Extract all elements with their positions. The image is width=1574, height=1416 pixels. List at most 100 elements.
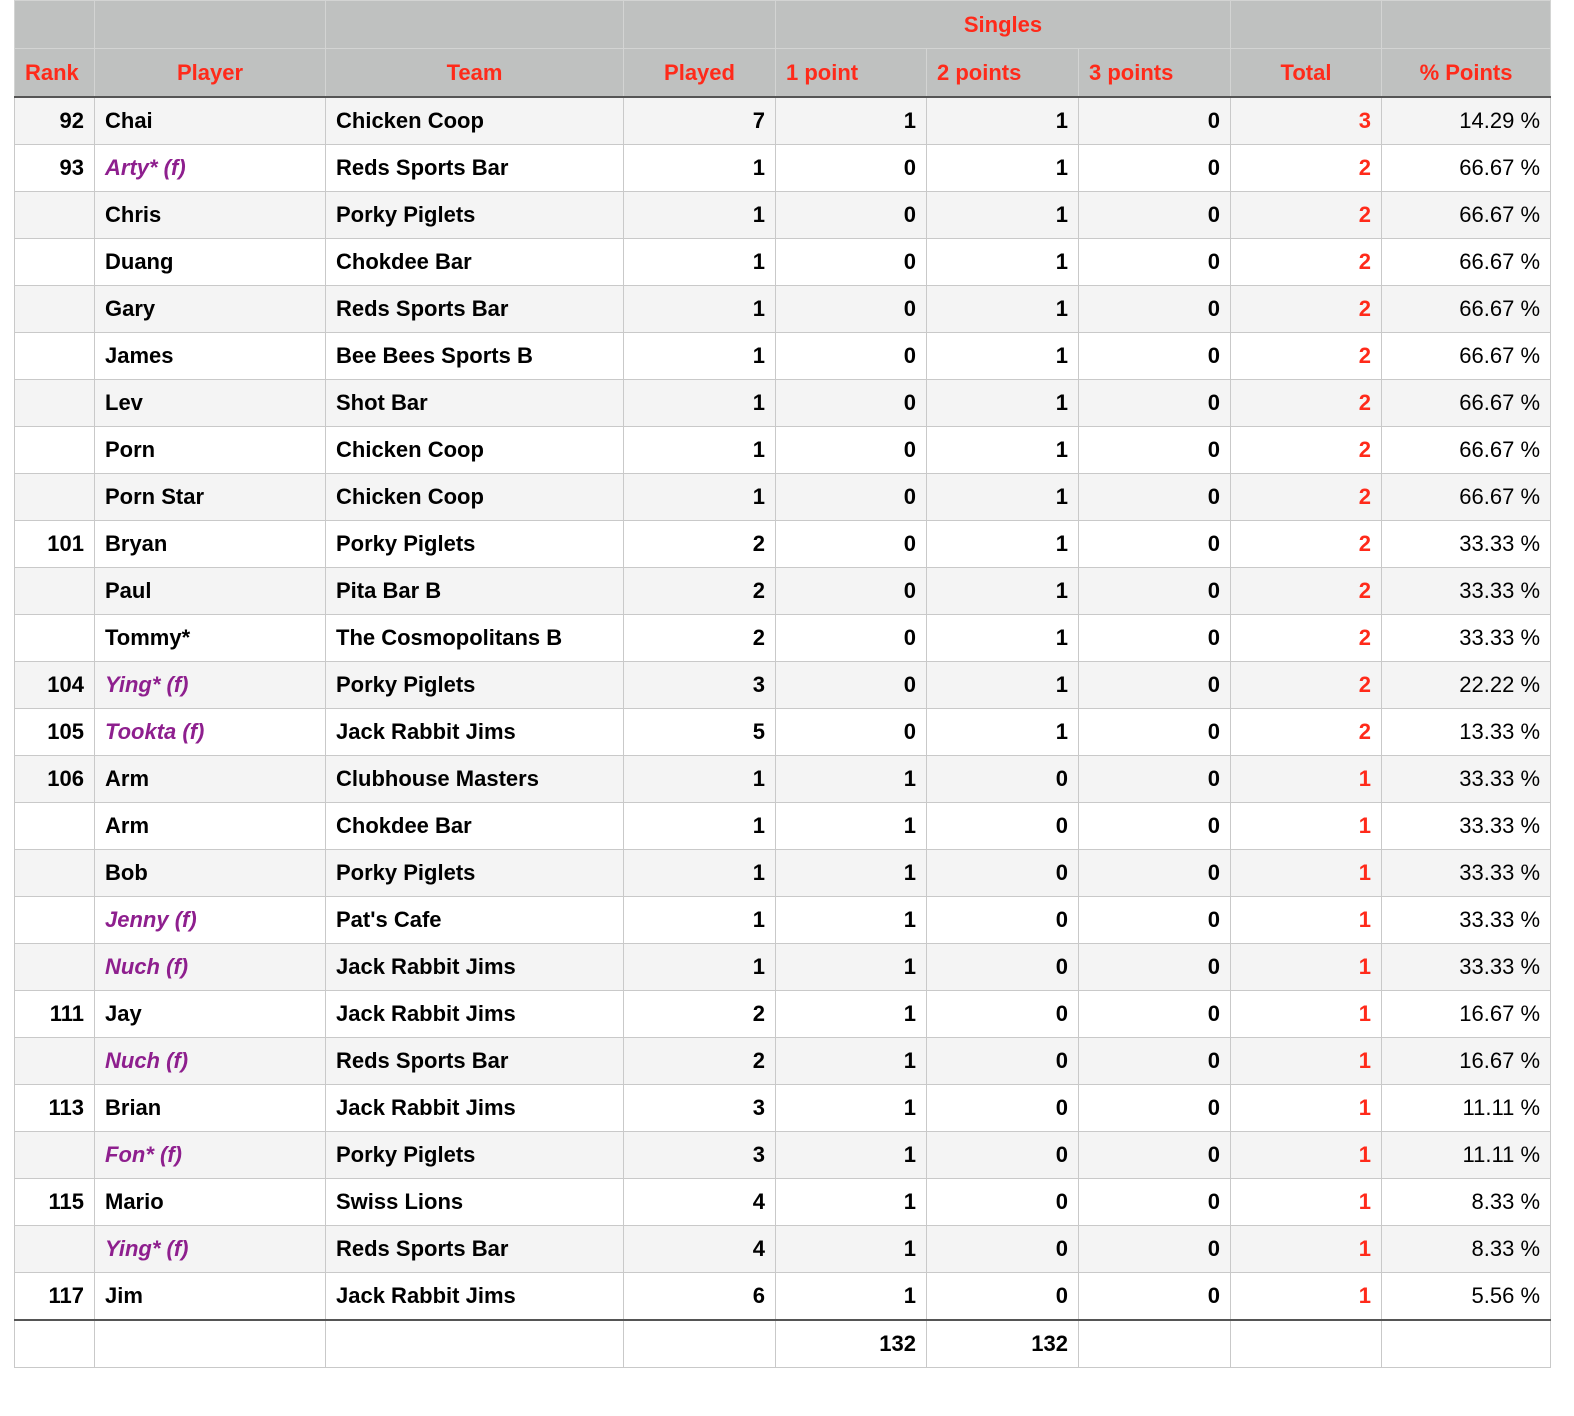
cell-pct-points: 66.67 %: [1381, 426, 1552, 474]
cell-total: 2: [1230, 379, 1383, 427]
header-group-singles: Singles: [774, 0, 1232, 49]
cell-1-point: 1: [775, 943, 927, 991]
cell-total: 1: [1230, 849, 1383, 897]
table-row[interactable]: Paul Pita Bar B 2 0 1 0 2 33.33 %: [14, 567, 1552, 615]
cell-total: 2: [1230, 285, 1383, 333]
table-row[interactable]: Porn Chicken Coop 1 0 1 0 2 66.67 %: [14, 426, 1552, 474]
column-header-1-point[interactable]: 1 point: [775, 48, 927, 98]
singles-stats-table: Singles Rank Player Team Played 1 point …: [14, 0, 1552, 1368]
table-row[interactable]: 93 Arty* (f) Reds Sports Bar 1 0 1 0 2 66.67 %: [14, 144, 1552, 192]
table-row[interactable]: 113 Brian Jack Rabbit Jims 3 1 0 0 1 11.11 %: [14, 1084, 1552, 1132]
table-row[interactable]: Gary Reds Sports Bar 1 0 1 0 2 66.67 %: [14, 285, 1552, 333]
cell-played: 4: [623, 1178, 776, 1226]
cell-1-point: 0: [775, 426, 927, 474]
table-row[interactable]: Ying* (f) Reds Sports Bar 4 1 0 0 1 8.33 %: [14, 1225, 1552, 1273]
header-group-row: Singles: [14, 0, 1552, 49]
cell-player: Arm: [94, 755, 326, 803]
column-header-2-points[interactable]: 2 points: [926, 48, 1079, 98]
cell-3-points: 0: [1077, 990, 1232, 1038]
table-row[interactable]: 115 Mario Swiss Lions 4 1 0 0 1 8.33 %: [14, 1178, 1552, 1226]
cell-team: Bee Bees Sports B: [325, 332, 624, 380]
cell-pct-points: 66.67 %: [1381, 473, 1552, 521]
cell-total: 2: [1230, 614, 1383, 662]
cell-team: Porky Piglets: [325, 520, 624, 568]
cell-3-points: 0: [1077, 1225, 1232, 1273]
table-row[interactable]: 104 Ying* (f) Porky Piglets 3 0 1 0 2 22.22 %: [14, 661, 1552, 709]
cell-team: Porky Piglets: [325, 849, 624, 897]
column-header-pct-points[interactable]: % Points: [1381, 48, 1552, 98]
cell-team: Reds Sports Bar: [325, 285, 624, 333]
cell-total: 1: [1230, 755, 1383, 803]
cell-2-points: 0: [926, 802, 1079, 850]
column-header-player[interactable]: Player: [94, 48, 326, 98]
table-row[interactable]: Nuch (f) Jack Rabbit Jims 1 1 0 0 1 33.33 %: [14, 943, 1552, 991]
cell-pct-points: 8.33 %: [1381, 1178, 1552, 1226]
cell-team: Jack Rabbit Jims: [325, 1272, 624, 1321]
table-row[interactable]: Chris Porky Piglets 1 0 1 0 2 66.67 %: [14, 191, 1552, 239]
cell-team: Porky Piglets: [325, 661, 624, 709]
cell-3-points: 0: [1077, 379, 1232, 427]
cell-total: 2: [1230, 144, 1383, 192]
table-row[interactable]: 106 Arm Clubhouse Masters 1 1 0 0 1 33.33 %: [14, 755, 1552, 803]
cell-player: Porn: [94, 426, 326, 474]
table-row[interactable]: Bob Porky Piglets 1 1 0 0 1 33.33 %: [14, 849, 1552, 897]
cell-rank: 104: [14, 661, 95, 709]
table-row[interactable]: Tommy* The Cosmopolitans B 2 0 1 0 2 33.33 %: [14, 614, 1552, 662]
cell-pct-points: 11.11 %: [1381, 1084, 1552, 1132]
table-row[interactable]: Lev Shot Bar 1 0 1 0 2 66.67 %: [14, 379, 1552, 427]
cell-played: 1: [623, 238, 776, 286]
table-row[interactable]: 111 Jay Jack Rabbit Jims 2 1 0 0 1 16.67 %: [14, 990, 1552, 1038]
table-row[interactable]: Porn Star Chicken Coop 1 0 1 0 2 66.67 %: [14, 473, 1552, 521]
cell-team: Shot Bar: [325, 379, 624, 427]
cell-pct-points: 33.33 %: [1381, 896, 1552, 944]
cell-1-point: 1: [775, 1037, 927, 1085]
table-row[interactable]: Nuch (f) Reds Sports Bar 2 1 0 0 1 16.67 %: [14, 1037, 1552, 1085]
cell-rank: [14, 567, 95, 615]
cell-player: Arty* (f): [94, 144, 326, 192]
cell-2-points: 0: [926, 896, 1079, 944]
cell-rank: [14, 1037, 95, 1085]
cell-rank: 92: [14, 96, 95, 145]
cell-2-points: 0: [926, 1084, 1079, 1132]
column-header-total[interactable]: Total: [1230, 48, 1383, 98]
cell-player: Bryan: [94, 520, 326, 568]
table-row[interactable]: Duang Chokdee Bar 1 0 1 0 2 66.67 %: [14, 238, 1552, 286]
column-header-played[interactable]: Played: [623, 48, 776, 98]
footer-2-points-sum: 132: [926, 1319, 1079, 1368]
cell-3-points: 0: [1077, 285, 1232, 333]
table-row[interactable]: 105 Tookta (f) Jack Rabbit Jims 5 0 1 0 2 13.33 …: [14, 708, 1552, 756]
column-header-3-points[interactable]: 3 points: [1077, 48, 1232, 98]
header-group-spacer: [94, 0, 326, 49]
table-row[interactable]: Arm Chokdee Bar 1 1 0 0 1 33.33 %: [14, 802, 1552, 850]
cell-played: 4: [623, 1225, 776, 1273]
cell-total: 2: [1230, 473, 1383, 521]
cell-pct-points: 66.67 %: [1381, 379, 1552, 427]
cell-3-points: 0: [1077, 755, 1232, 803]
table-row[interactable]: Fon* (f) Porky Piglets 3 1 0 0 1 11.11 %: [14, 1131, 1552, 1179]
table-row[interactable]: 101 Bryan Porky Piglets 2 0 1 0 2 33.33 %: [14, 520, 1552, 568]
cell-1-point: 1: [775, 1178, 927, 1226]
column-header-team[interactable]: Team: [325, 48, 624, 98]
cell-pct-points: 16.67 %: [1381, 990, 1552, 1038]
cell-player: Ying* (f): [94, 1225, 326, 1273]
table-row[interactable]: Jenny (f) Pat's Cafe 1 1 0 0 1 33.33 %: [14, 896, 1552, 944]
column-header-rank[interactable]: Rank: [14, 48, 95, 98]
cell-played: 3: [623, 1084, 776, 1132]
cell-rank: 105: [14, 708, 95, 756]
table-row[interactable]: 92 Chai Chicken Coop 7 1 1 0 3 14.29 %: [14, 96, 1552, 145]
cell-rank: 101: [14, 520, 95, 568]
cell-3-points: 0: [1077, 96, 1232, 145]
cell-total: 1: [1230, 1131, 1383, 1179]
cell-played: 1: [623, 379, 776, 427]
footer-3-points: [1077, 1319, 1232, 1368]
cell-rank: [14, 943, 95, 991]
table-row[interactable]: 117 Jim Jack Rabbit Jims 6 1 0 0 1 5.56 %: [14, 1272, 1552, 1321]
cell-played: 1: [623, 426, 776, 474]
cell-1-point: 0: [775, 567, 927, 615]
header-group-spacer: [325, 0, 624, 49]
cell-player: Arm: [94, 802, 326, 850]
cell-1-point: 1: [775, 96, 927, 145]
cell-1-point: 0: [775, 144, 927, 192]
table-row[interactable]: James Bee Bees Sports B 1 0 1 0 2 66.67 %: [14, 332, 1552, 380]
cell-team: Chokdee Bar: [325, 802, 624, 850]
